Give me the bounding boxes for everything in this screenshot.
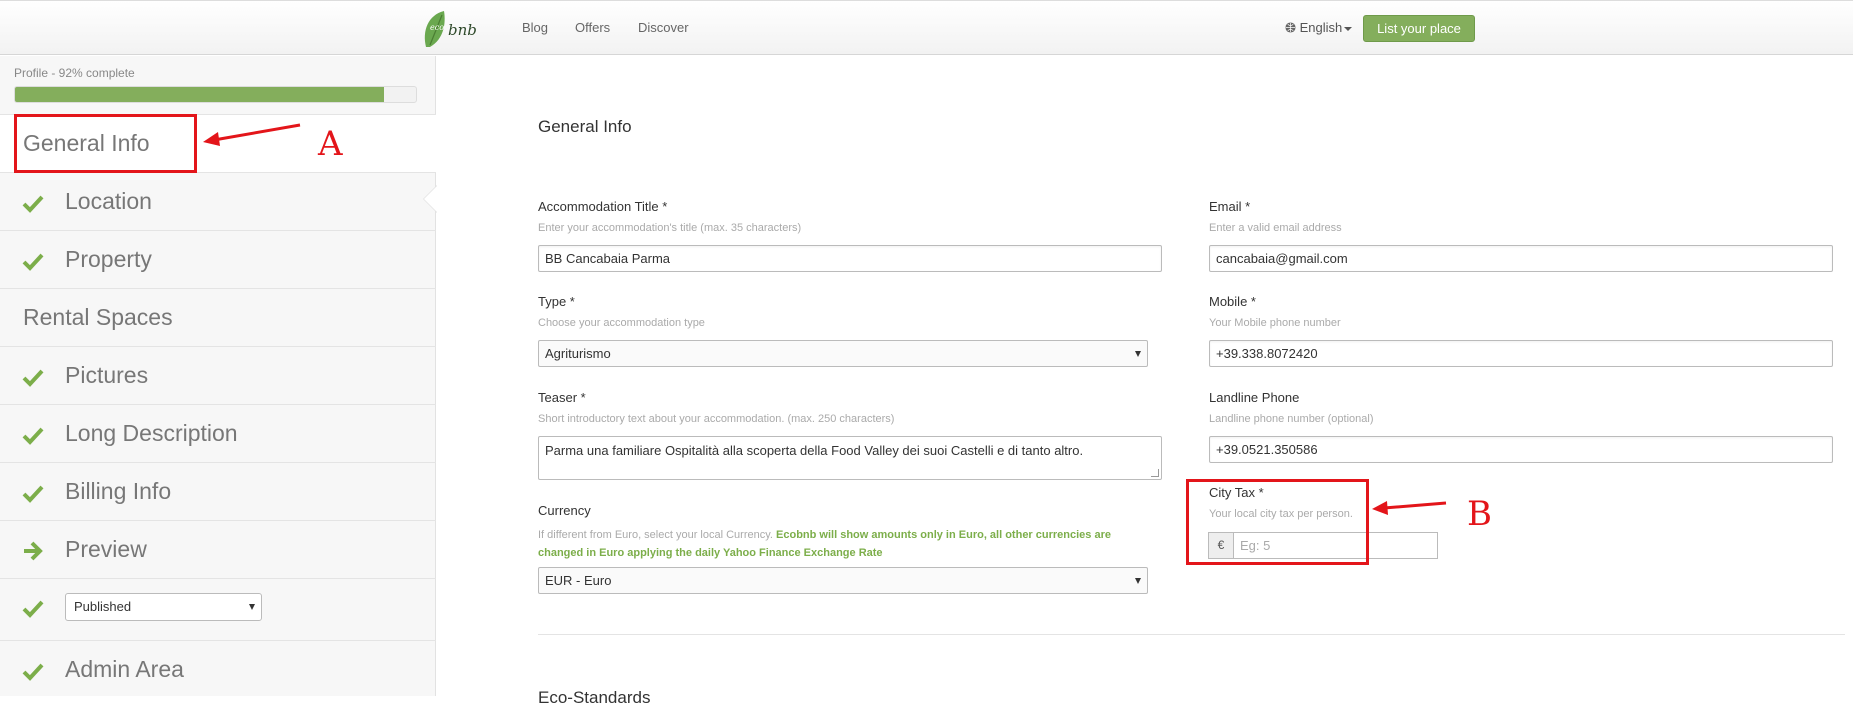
profile-progress-fill: [15, 87, 384, 102]
section-divider: [538, 634, 1845, 635]
caret-down-icon: [249, 604, 255, 610]
sidebar-item-location[interactable]: Location: [0, 172, 436, 230]
email-hint: Enter a valid email address: [1209, 222, 1342, 234]
resize-grip-icon[interactable]: [1151, 469, 1159, 477]
profile-progress-label: Profile - 92% complete: [14, 66, 135, 80]
mobile-label: Mobile *: [1209, 294, 1256, 309]
teaser-hint: Short introductory text about your accom…: [538, 413, 895, 425]
sidebar-item-label: Rental Spaces: [23, 304, 173, 330]
annotation-arrow-a-icon: [203, 123, 301, 146]
sidebar-item-label: Preview: [65, 536, 147, 562]
annotation-arrow-b-icon: [1372, 501, 1447, 515]
language-dropdown[interactable]: English: [1285, 20, 1353, 35]
globe-icon: [1285, 22, 1296, 33]
logo-bnb-text: bnb: [448, 21, 477, 39]
mobile-hint: Your Mobile phone number: [1209, 317, 1341, 329]
page-title: General Info: [538, 117, 632, 136]
email-label: Email *: [1209, 199, 1251, 214]
publish-status-value: Published: [74, 599, 132, 614]
sidebar-item-label: Property: [65, 246, 152, 272]
currency-select-value: EUR - Euro: [545, 573, 612, 588]
nav-blog-link[interactable]: Blog: [522, 20, 548, 35]
check-icon: [22, 195, 44, 213]
nav-discover-link[interactable]: Discover: [638, 20, 689, 35]
sidebar-item-billing-info[interactable]: Billing Info: [0, 462, 436, 520]
top-navbar: eco bnb Blog Offers Discover English Lis…: [0, 0, 1853, 55]
active-item-pointer: [424, 186, 437, 212]
profile-progress-bar: [14, 86, 417, 103]
language-label: English: [1299, 20, 1343, 35]
sidebar-item-preview[interactable]: Preview: [0, 520, 436, 578]
check-icon: [22, 485, 44, 503]
caret-down-icon: [1135, 578, 1141, 584]
sidebar-item-label: Pictures: [65, 362, 149, 388]
check-icon: [22, 663, 44, 681]
sidebar-item-label: Long Description: [65, 420, 238, 446]
annotation-box-b: [1186, 479, 1369, 565]
check-icon: [22, 369, 44, 387]
currency-hint-text: If different from Euro, select your loca…: [538, 529, 773, 541]
landline-hint: Landline phone number (optional): [1209, 413, 1374, 425]
email-input[interactable]: cancabaia@gmail.com: [1209, 245, 1833, 272]
annotation-letter-b: B: [1467, 494, 1492, 534]
type-select[interactable]: Agriturismo: [538, 340, 1148, 367]
list-your-place-button[interactable]: List your place: [1363, 15, 1475, 42]
landline-label: Landline Phone: [1209, 390, 1300, 405]
annotation-box-a: [14, 114, 197, 173]
teaser-textarea[interactable]: Parma una familiare Ospitalità alla scop…: [538, 436, 1162, 480]
sidebar-item-long-description[interactable]: Long Description: [0, 404, 436, 462]
sidebar-item-label: Billing Info: [65, 478, 172, 504]
currency-select[interactable]: EUR - Euro: [538, 567, 1148, 594]
type-label: Type *: [538, 294, 575, 309]
check-icon: [22, 600, 44, 618]
arrow-right-icon: [24, 541, 43, 561]
eco-standards-heading: Eco-Standards: [538, 688, 651, 707]
sidebar-item-publish-status: Published: [0, 578, 436, 640]
teaser-label: Teaser *: [538, 390, 586, 405]
logo-eco-text: eco: [430, 23, 445, 32]
currency-label: Currency: [538, 503, 591, 518]
landline-input[interactable]: +39.0521.350586: [1209, 436, 1833, 463]
accommodation-title-hint: Enter your accommodation's title (max. 3…: [538, 222, 802, 234]
caret-down-icon: [1135, 351, 1141, 357]
sidebar-item-property[interactable]: Property: [0, 230, 436, 288]
sidebar-item-admin-area[interactable]: Admin Area: [0, 640, 436, 698]
accommodation-title-label: Accommodation Title *: [538, 199, 668, 214]
type-hint: Choose your accommodation type: [538, 317, 705, 329]
teaser-text: Parma una familiare Ospitalità alla scop…: [545, 443, 1084, 458]
mobile-input[interactable]: +39.338.8072420: [1209, 340, 1833, 367]
publish-status-select[interactable]: Published: [65, 593, 262, 621]
check-icon: [22, 253, 44, 271]
type-select-value: Agriturismo: [545, 346, 611, 361]
check-icon: [22, 427, 44, 445]
caret-down-icon: [1344, 26, 1353, 31]
nav-offers-link[interactable]: Offers: [575, 20, 610, 35]
sidebar-item-label: Admin Area: [65, 656, 184, 682]
annotation-letter-a: A: [318, 124, 343, 164]
accommodation-title-input[interactable]: BB Cancabaia Parma: [538, 245, 1162, 272]
currency-hint: If different from Euro, select your loca…: [538, 526, 1138, 562]
sidebar-item-pictures[interactable]: Pictures: [0, 346, 436, 404]
sidebar-item-label: Location: [65, 188, 152, 214]
sidebar-item-rental-spaces[interactable]: Rental Spaces: [0, 288, 436, 346]
